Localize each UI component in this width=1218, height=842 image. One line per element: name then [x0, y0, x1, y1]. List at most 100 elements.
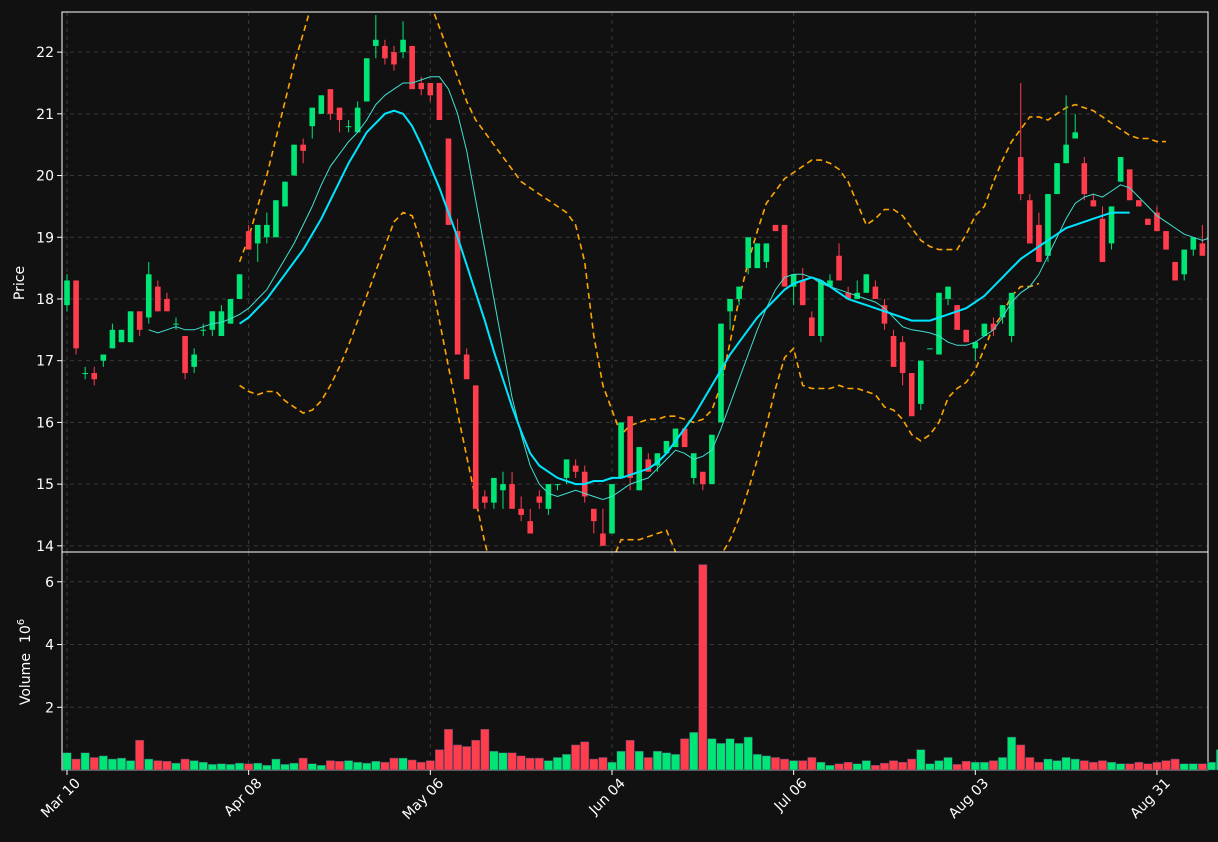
volume-bar: [117, 757, 126, 771]
candle-body: [155, 286, 161, 312]
candle-body: [291, 144, 297, 176]
volume-bar: [1052, 760, 1062, 771]
candle-body: [254, 224, 261, 244]
volume-bar: [1098, 760, 1107, 771]
candle-body: [572, 465, 579, 472]
candle-body: [309, 107, 316, 127]
volume-bar: [325, 760, 335, 771]
candle-body: [618, 422, 624, 478]
candle-body: [127, 311, 134, 343]
candle-body: [64, 280, 70, 306]
volume-bar: [543, 760, 553, 771]
candlestick-chart: 141516171819202122246Mar 10 Apr 08 May 06 J…: [0, 0, 1218, 842]
candle-body: [1135, 200, 1142, 207]
volume-bar: [371, 760, 381, 771]
candle-body: [363, 58, 370, 102]
candle-body: [1008, 292, 1015, 336]
volume-bar: [634, 750, 644, 771]
volume-bar: [1197, 763, 1207, 771]
candle-body: [91, 373, 98, 380]
volume-bar: [171, 762, 181, 771]
candle-body: [209, 311, 216, 330]
volume-axis-exponent: 6: [16, 619, 27, 625]
volume-bar: [689, 732, 699, 771]
candle-body: [1045, 194, 1051, 256]
price-tick-label: 16: [36, 415, 54, 431]
volume-bar: [62, 752, 72, 771]
candle-body: [118, 329, 125, 343]
candle-body: [1181, 249, 1188, 275]
volume-bar: [825, 765, 835, 771]
price-tick-label: 18: [36, 292, 54, 308]
volume-bar: [71, 758, 81, 771]
candle-body: [1145, 218, 1151, 225]
price-tick-label: 20: [36, 169, 54, 185]
volume-bar: [934, 760, 944, 771]
volume-bar: [734, 743, 744, 771]
volume-bar: [498, 752, 508, 771]
volume-bar: [1143, 763, 1153, 771]
volume-bar: [80, 752, 90, 771]
volume-bar: [89, 757, 99, 771]
volume-bar: [189, 760, 199, 771]
candle-body: [754, 243, 761, 269]
candle-body: [999, 305, 1006, 318]
candle-body: [373, 39, 379, 46]
volume-bar: [353, 761, 363, 771]
volume-bar: [1107, 761, 1116, 771]
volume-bar: [516, 755, 526, 771]
candle-body: [627, 416, 633, 478]
volume-bar: [725, 738, 735, 771]
candle-body: [282, 181, 288, 207]
volume-bar: [271, 758, 281, 771]
volume-bar: [580, 741, 590, 771]
candle-body: [818, 280, 824, 336]
candle-body: [863, 274, 870, 293]
candle-body: [100, 354, 107, 361]
volume-bar: [998, 757, 1007, 771]
volume-bar: [780, 758, 790, 771]
volume-bar: [407, 759, 417, 771]
candle-body: [300, 144, 306, 151]
candle-body: [690, 453, 697, 478]
volume-bar: [970, 761, 980, 771]
candle-body: [136, 311, 143, 330]
volume-bar: [1188, 763, 1198, 771]
candle-body: [463, 354, 470, 380]
candle-body: [418, 82, 425, 90]
candle-body: [500, 484, 506, 491]
volume-bar: [162, 760, 172, 771]
volume-bar: [534, 757, 544, 771]
volume-bar: [1125, 763, 1135, 771]
candle-body: [391, 52, 397, 65]
volume-bar: [652, 750, 662, 771]
candle-body: [945, 286, 951, 299]
candle-body: [454, 231, 461, 355]
candle-body: [872, 286, 879, 299]
volume-bar: [398, 757, 408, 771]
candle-body: [636, 447, 643, 491]
volume-bar: [362, 762, 372, 771]
volume-bar: [471, 739, 481, 771]
candle-body: [963, 329, 970, 343]
candle-body: [245, 231, 252, 250]
volume-bar: [107, 758, 117, 771]
candle-body: [164, 298, 170, 312]
candle-body: [200, 329, 207, 331]
volume-bar: [1034, 761, 1044, 771]
candle-body: [1090, 200, 1097, 207]
volume-bar: [144, 758, 154, 771]
candle-body: [700, 471, 706, 485]
candle-body: [327, 89, 334, 114]
price-tick-label: 15: [36, 477, 54, 493]
price-tick-label: 21: [36, 107, 54, 123]
candle-body: [218, 311, 225, 336]
volume-bar: [943, 757, 953, 771]
volume-bar: [643, 757, 653, 771]
candle-body: [109, 329, 116, 349]
volume-bar: [1161, 760, 1171, 771]
candle-body: [336, 107, 343, 120]
candle-body: [345, 126, 352, 128]
volume-bar: [525, 757, 535, 771]
candle-body: [927, 348, 933, 350]
